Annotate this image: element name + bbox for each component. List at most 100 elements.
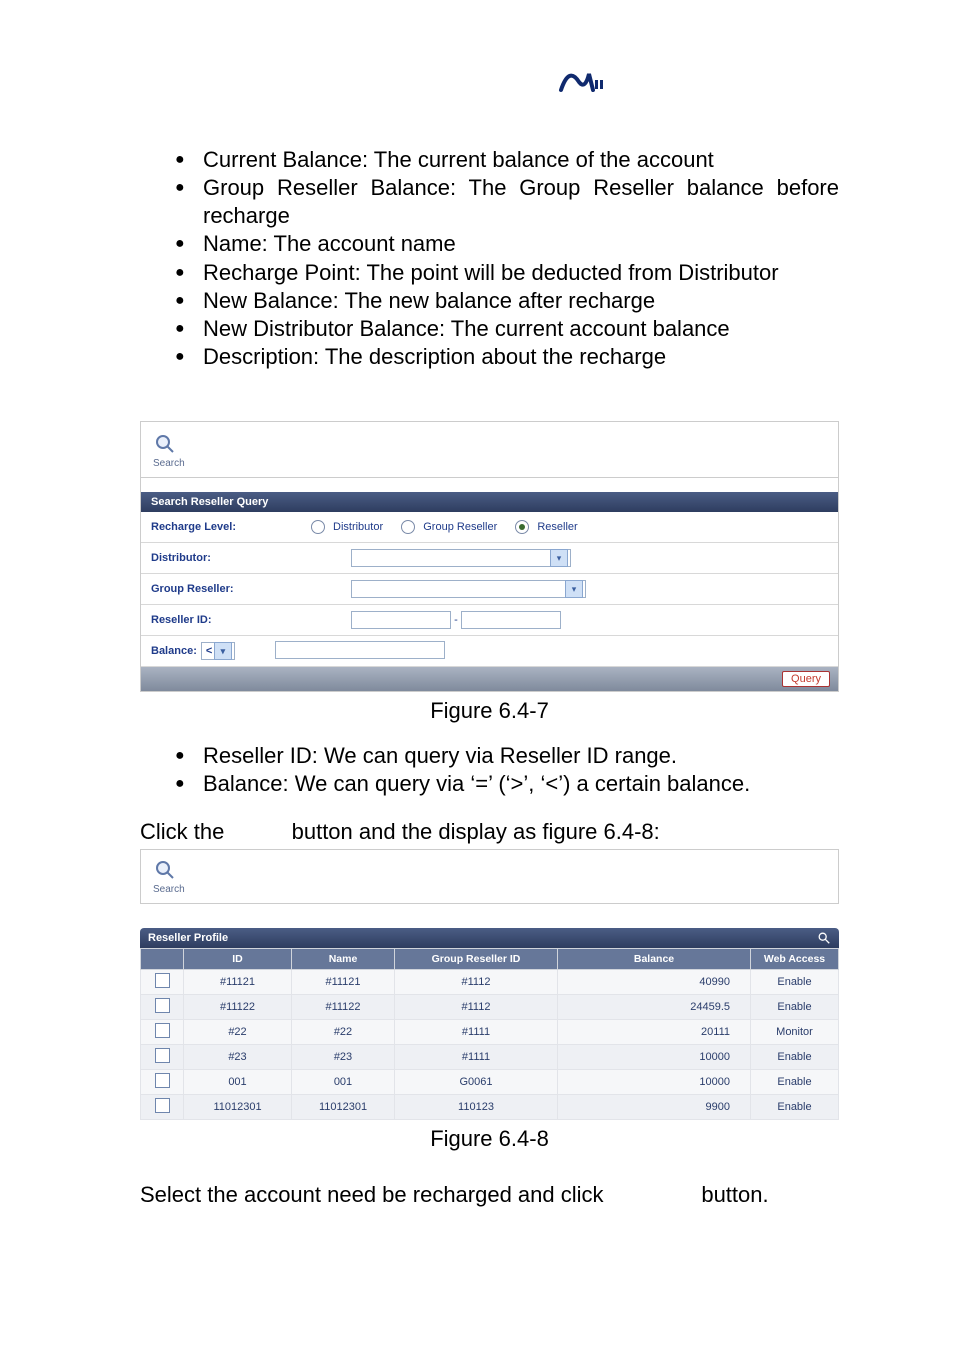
balance-value-input[interactable]: [275, 641, 445, 659]
row-checkbox[interactable]: [155, 1073, 170, 1088]
cell-balance: 40990: [558, 969, 751, 994]
list-item: Description: The description about the r…: [175, 343, 839, 371]
definitions-list-top: Current Balance: The current balance of …: [140, 146, 839, 371]
group-reseller-label: Group Reseller:: [151, 583, 311, 595]
figure-caption-648: Figure 6.4-8: [140, 1126, 839, 1152]
click-line-post: button and the display as figure 6.4-8:: [292, 819, 660, 844]
search-icon[interactable]: [153, 432, 177, 456]
cell-id: #23: [184, 1044, 292, 1069]
cell-web-access: Enable: [751, 969, 839, 994]
table-row: #11122#11122#111224459.5Enable: [141, 994, 839, 1019]
cell-id: #22: [184, 1019, 292, 1044]
cell-web-access: Enable: [751, 994, 839, 1019]
cell-name: #23: [292, 1044, 395, 1069]
list-item: Recharge Point: The point will be deduct…: [175, 259, 839, 287]
cell-group-reseller-id: G0061: [395, 1069, 558, 1094]
reseller-id-from[interactable]: [351, 611, 451, 629]
table-row: 001001G006110000Enable: [141, 1069, 839, 1094]
search-icon-label: Search: [153, 458, 826, 469]
cell-balance: 9900: [558, 1094, 751, 1119]
recharge-level-label: Recharge Level:: [151, 521, 311, 533]
search-icon-label: Search: [153, 884, 826, 895]
cell-id: #11121: [184, 969, 292, 994]
col-balance: Balance: [558, 948, 751, 969]
cell-group-reseller-id: #1112: [395, 994, 558, 1019]
reseller-profile-panel: Reseller Profile ID Name Group Reseller …: [140, 928, 839, 1120]
cell-group-reseller-id: #1111: [395, 1044, 558, 1069]
cell-name: #11121: [292, 969, 395, 994]
cell-group-reseller-id: #1112: [395, 969, 558, 994]
row-checkbox[interactable]: [155, 973, 170, 988]
distributor-label: Distributor:: [151, 552, 311, 564]
radio-reseller-label: Reseller: [537, 521, 577, 533]
table-row: #23#23#111110000Enable: [141, 1044, 839, 1069]
table-row: #22#22#111120111Monitor: [141, 1019, 839, 1044]
profile-title: Reseller Profile: [148, 932, 228, 944]
search-reseller-panel: Search Search Reseller Query Recharge Le…: [140, 421, 839, 692]
cell-balance: 20111: [558, 1019, 751, 1044]
row-checkbox[interactable]: [155, 1098, 170, 1113]
row-checkbox[interactable]: [155, 1048, 170, 1063]
search-box-648: Search: [140, 849, 839, 904]
list-item: Reseller ID: We can query via Reseller I…: [175, 742, 839, 770]
chevron-down-icon: ▾: [565, 580, 583, 598]
radio-group-reseller-label: Group Reseller: [423, 521, 497, 533]
reseller-id-label: Reseller ID:: [151, 614, 311, 626]
group-reseller-select[interactable]: ▾: [351, 580, 586, 598]
list-item: Name: The account name: [175, 230, 839, 258]
row-checkbox[interactable]: [155, 1023, 170, 1038]
radio-distributor-label: Distributor: [333, 521, 383, 533]
cell-id: 001: [184, 1069, 292, 1094]
list-item: New Distributor Balance: The current acc…: [175, 315, 839, 343]
col-id: ID: [184, 948, 292, 969]
list-item: Group Reseller Balance: The Group Resell…: [175, 174, 839, 230]
cell-web-access: Enable: [751, 1094, 839, 1119]
reseller-id-to[interactable]: [461, 611, 561, 629]
search-icon[interactable]: [153, 858, 177, 882]
cell-name: 11012301: [292, 1094, 395, 1119]
list-item: Current Balance: The current balance of …: [175, 146, 839, 174]
cell-name: #22: [292, 1019, 395, 1044]
table-row: #11121#11121#111240990Enable: [141, 969, 839, 994]
cell-group-reseller-id: #1111: [395, 1019, 558, 1044]
click-line-pre: Click the: [140, 819, 224, 844]
col-check: [141, 948, 184, 969]
table-row: 11012301110123011101239900Enable: [141, 1094, 839, 1119]
cell-group-reseller-id: 110123: [395, 1094, 558, 1119]
cell-balance: 10000: [558, 1069, 751, 1094]
cell-id: #11122: [184, 994, 292, 1019]
radio-group-reseller[interactable]: [401, 520, 415, 534]
cell-web-access: Monitor: [751, 1019, 839, 1044]
cell-balance: 10000: [558, 1044, 751, 1069]
definitions-list-mid: Reseller ID: We can query via Reseller I…: [140, 742, 839, 798]
radio-distributor[interactable]: [311, 520, 325, 534]
figure-caption-647: Figure 6.4-7: [140, 698, 839, 724]
chevron-down-icon: ▾: [214, 642, 232, 660]
row-checkbox[interactable]: [155, 998, 170, 1013]
col-group-reseller-id: Group Reseller ID: [395, 948, 558, 969]
radio-reseller[interactable]: [515, 520, 529, 534]
list-item: New Balance: The new balance after recha…: [175, 287, 839, 315]
balance-label: Balance:: [151, 645, 197, 657]
cell-web-access: Enable: [751, 1044, 839, 1069]
cell-name: #11122: [292, 994, 395, 1019]
balance-op-value: <: [206, 645, 212, 657]
final-line-post: button.: [701, 1182, 768, 1207]
range-dash: -: [451, 614, 461, 626]
cell-name: 001: [292, 1069, 395, 1094]
query-button[interactable]: Query: [782, 671, 830, 687]
final-line-pre: Select the account need be recharged and…: [140, 1182, 604, 1207]
distributor-select[interactable]: ▾: [351, 549, 571, 567]
cell-id: 11012301: [184, 1094, 292, 1119]
page-logo: [320, 60, 839, 106]
reseller-profile-table: ID Name Group Reseller ID Balance Web Ac…: [140, 948, 839, 1120]
col-name: Name: [292, 948, 395, 969]
list-item: Balance: We can query via ‘=’ (‘>’, ‘<’)…: [175, 770, 839, 798]
balance-op-select[interactable]: < ▾: [201, 642, 235, 660]
cell-web-access: Enable: [751, 1069, 839, 1094]
magnify-icon[interactable]: [817, 931, 831, 945]
col-web-access: Web Access: [751, 948, 839, 969]
chevron-down-icon: ▾: [550, 549, 568, 567]
search-panel-title: Search Reseller Query: [141, 492, 838, 512]
cell-balance: 24459.5: [558, 994, 751, 1019]
